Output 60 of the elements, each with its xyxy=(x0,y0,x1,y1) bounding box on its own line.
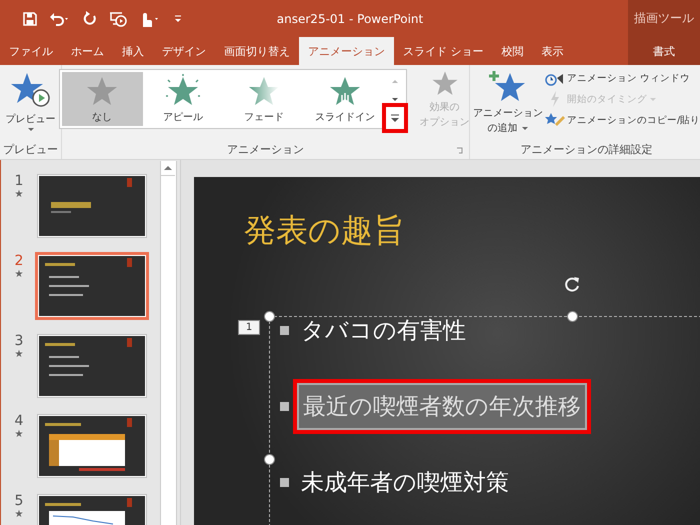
ribbon-tab[interactable]: ホーム xyxy=(62,37,113,65)
resize-handle[interactable] xyxy=(264,454,275,465)
undo-icon[interactable] xyxy=(49,10,71,26)
slide-number: 2 xyxy=(14,254,24,269)
ribbon-tab[interactable]: 校閲 xyxy=(492,37,532,65)
ribbon-tab[interactable]: 挿入 xyxy=(113,37,153,65)
animation-mark: ★ xyxy=(14,429,24,440)
star-brush-icon xyxy=(545,112,565,128)
animation-option[interactable]: スライドイン xyxy=(304,72,386,126)
group-label: アニメーション xyxy=(227,142,304,157)
redo-icon[interactable] xyxy=(82,10,98,26)
caret-icon xyxy=(26,127,34,132)
scrollbar[interactable] xyxy=(160,161,177,525)
animation-option[interactable]: なし xyxy=(62,72,142,126)
slideshow-icon[interactable] xyxy=(109,10,127,26)
slide-number: 4 xyxy=(14,414,24,429)
ribbon-tab[interactable]: ファイル xyxy=(0,37,62,65)
bullet-text: タバコの有害性 xyxy=(300,316,467,346)
slide-title: 発表の趣旨 xyxy=(244,210,405,251)
save-icon[interactable] xyxy=(22,10,38,26)
caret-icon xyxy=(520,126,529,131)
slide-thumbnail[interactable] xyxy=(37,334,147,398)
slide-thumbnail[interactable] xyxy=(37,414,147,478)
bullet-text: 未成年者の喫煙対策 xyxy=(300,468,510,498)
more-icon[interactable] xyxy=(384,105,406,131)
animation-mark: ★ xyxy=(14,269,24,280)
window-title: anser25-01 - PowerPoint xyxy=(276,12,424,26)
ribbon-tab[interactable]: 画面切り替え xyxy=(215,37,299,65)
resize-handle[interactable] xyxy=(567,311,578,322)
slide-number: 3 xyxy=(14,334,24,349)
customize-icon[interactable] xyxy=(173,14,183,24)
caret-icon xyxy=(649,96,657,102)
ribbon-tab[interactable]: スライド ショー xyxy=(394,37,492,65)
ribbon-tab[interactable]: デザイン xyxy=(153,37,215,65)
lightning-icon xyxy=(551,91,559,107)
rotate-handle-icon[interactable] xyxy=(562,274,582,294)
slide-thumbnail[interactable] xyxy=(37,174,147,238)
ribbon-command[interactable]: アニメーションのコピー/貼り xyxy=(545,111,700,129)
animation-mark: ★ xyxy=(14,509,24,520)
slide-number: 5 xyxy=(14,494,24,509)
ribbon-command[interactable]: アニメーション ウィンドウ xyxy=(545,69,700,87)
group-label: プレビュー xyxy=(3,142,58,157)
context-group-label: 描画ツール xyxy=(628,0,700,37)
bullet-icon xyxy=(280,402,289,410)
ribbon-tab[interactable]: 表示 xyxy=(532,37,572,65)
add-animation-button[interactable]: アニメーション の追加 xyxy=(473,69,543,135)
resize-handle[interactable] xyxy=(264,311,275,322)
ribbon-tab[interactable]: アニメーション xyxy=(299,37,394,65)
bullet-icon xyxy=(280,478,289,486)
animation-option[interactable]: アピール xyxy=(142,72,224,126)
bullet-icon xyxy=(280,326,289,334)
slide-thumbnail[interactable] xyxy=(35,252,149,320)
group-label: アニメーションの詳細設定 xyxy=(520,142,653,157)
animation-mark: ★ xyxy=(14,189,24,200)
ribbon-tab[interactable]: 書式 xyxy=(628,37,700,65)
preview-button[interactable]: プレビュー xyxy=(6,71,56,132)
animation-mark: ★ xyxy=(14,349,24,360)
animation-tag[interactable]: 1 xyxy=(238,320,260,335)
animation-option[interactable]: フェード xyxy=(224,72,304,126)
slide-number: 1 xyxy=(14,174,24,189)
